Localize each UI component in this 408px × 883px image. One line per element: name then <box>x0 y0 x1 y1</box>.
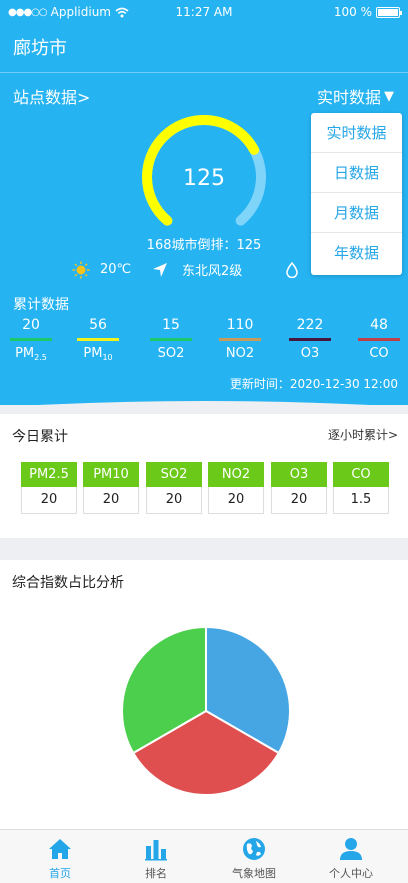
today-pollutant-name: O3 <box>271 462 327 487</box>
today-cumulative-title: 今日累计 <box>12 429 68 445</box>
page-title: 廊坊市 <box>13 38 67 59</box>
globe-icon <box>243 838 265 860</box>
panel-bottom-curve <box>37 401 371 405</box>
pollutant-item: 110 NO2 <box>219 317 261 365</box>
today-pollutant-cell: O3 20 <box>271 462 327 514</box>
pollutant-name: CO <box>369 346 389 361</box>
dropdown-item-monthly[interactable]: 月数据 <box>311 193 402 233</box>
pollutant-item: 222 O3 <box>289 317 331 365</box>
tab-home-label: 首页 <box>49 867 71 880</box>
pollutant-value: 110 <box>226 317 254 333</box>
tab-ranking[interactable]: 排名 <box>105 830 207 883</box>
pollutant-value: 222 <box>296 317 324 333</box>
pollutant-color-bar <box>358 338 400 341</box>
composite-index-pie-chart <box>120 625 291 796</box>
pollutant-name: SO2 <box>157 346 185 361</box>
station-data-link[interactable]: 站点数据> <box>13 84 90 108</box>
weather-row: 20℃ 东北风2级 <box>72 260 298 279</box>
battery-percent: 100 % <box>333 5 372 19</box>
realtime-data-label: 实时数据 <box>316 88 381 107</box>
tab-home[interactable]: 首页 <box>9 830 111 883</box>
pollutant-item: 15 SO2 <box>150 317 192 365</box>
home-icon <box>49 839 71 859</box>
today-pollutant-name: PM10 <box>83 462 139 487</box>
index-analysis-title: 综合指数占比分析 <box>12 575 124 591</box>
today-pollutant-value: 20 <box>271 487 327 514</box>
wind-info: 东北风2级 <box>182 264 243 279</box>
bar-chart-icon <box>145 840 167 861</box>
pollutant-name: O3 <box>300 346 320 361</box>
pollutant-color-bar <box>150 338 192 341</box>
navigation-arrow-icon <box>153 262 167 277</box>
update-time: 更新时间：2020-12-30 12:00 <box>229 377 398 391</box>
today-pollutant-value: 20 <box>21 487 77 514</box>
pollutant-value: 20 <box>22 317 40 333</box>
pollutant-value: 15 <box>162 317 180 333</box>
pollutant-item: 48 CO <box>358 317 400 365</box>
today-pollutant-value: 1.5 <box>333 487 389 514</box>
caret-down-icon: ▼ <box>384 88 394 104</box>
today-pollutant-value: 20 <box>146 487 202 514</box>
pollutant-item: 20 PM2.5 <box>10 317 52 365</box>
today-pollutant-cell: PM2.5 20 <box>21 462 77 514</box>
tab-profile-label: 个人中心 <box>329 867 373 880</box>
station-data-label: 站点数据 <box>13 88 78 107</box>
dropdown-item-yearly[interactable]: 年数据 <box>311 233 402 273</box>
tab-profile[interactable]: 个人中心 <box>300 830 402 883</box>
pollutant-color-bar <box>289 338 331 341</box>
tab-weather-map-label: 气象地图 <box>232 867 276 880</box>
temperature: 20℃ <box>100 262 132 277</box>
humidity-drop-icon <box>286 261 298 278</box>
pollutant-item: 56 PM10 <box>77 317 119 365</box>
tab-weather-map[interactable]: 气象地图 <box>203 830 305 883</box>
divider <box>0 72 408 73</box>
today-pollutant-cell: NO2 20 <box>208 462 264 514</box>
tab-bar: 首页 排名 气象地图 个人中心 <box>0 829 408 883</box>
data-type-dropdown: 实时数据 日数据 月数据 年数据 <box>311 113 402 275</box>
today-pollutant-name: CO <box>333 462 389 487</box>
chevron-right-icon: > <box>77 88 91 107</box>
battery-icon <box>376 6 402 18</box>
today-pollutant-cell: CO 1.5 <box>333 462 389 514</box>
pollutant-name: NO2 <box>225 346 255 361</box>
dropdown-item-realtime[interactable]: 实时数据 <box>311 113 402 153</box>
pollutant-color-bar <box>219 338 261 341</box>
today-pollutant-value: 20 <box>83 487 139 514</box>
today-pollutant-cell: PM10 20 <box>83 462 139 514</box>
today-pollutant-value: 20 <box>208 487 264 514</box>
pollutant-value: 56 <box>89 317 107 333</box>
cumulative-title: 累计数据 <box>13 297 69 313</box>
hourly-cumulative-link[interactable]: 逐小时累计> <box>328 426 398 443</box>
tab-ranking-label: 排名 <box>145 867 167 880</box>
user-icon <box>340 838 362 860</box>
today-pollutant-name: PM2.5 <box>21 462 77 487</box>
pollutant-name: PM10 <box>83 346 113 363</box>
aqi-value: 125 <box>183 166 225 191</box>
pollutant-value: 48 <box>370 317 388 333</box>
today-pollutant-name: SO2 <box>146 462 202 487</box>
pollutant-color-bar <box>77 338 119 341</box>
pollutant-color-bar <box>10 338 52 341</box>
today-pollutant-name: NO2 <box>208 462 264 487</box>
today-pollutant-cell: SO2 20 <box>146 462 202 514</box>
sun-icon <box>72 261 90 278</box>
status-bar: ●●●○○ Applidium 11:27 AM 100 % <box>0 0 408 26</box>
pollutant-name: PM2.5 <box>15 346 47 363</box>
dropdown-item-daily[interactable]: 日数据 <box>311 153 402 193</box>
realtime-data-select[interactable]: 实时数据 ▼ <box>317 84 394 108</box>
